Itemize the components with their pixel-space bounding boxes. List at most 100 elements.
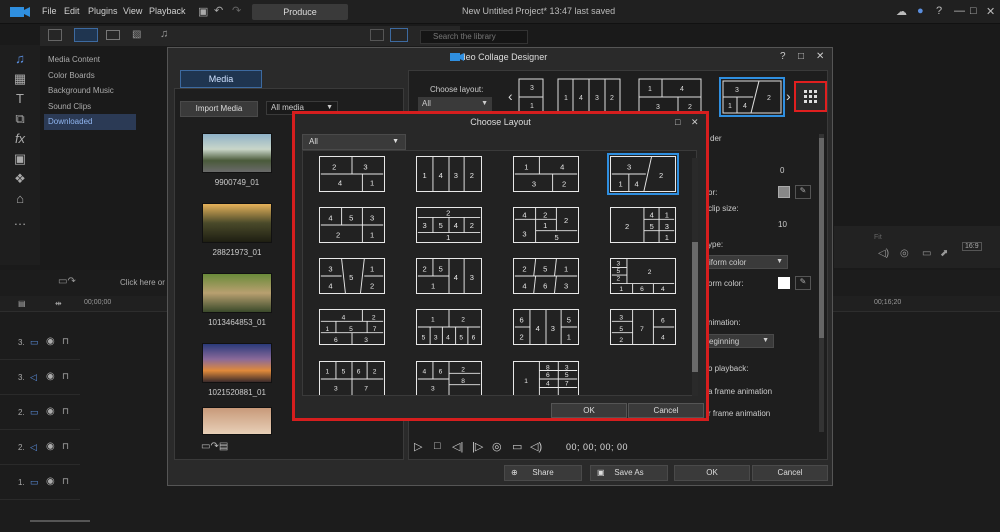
- display-icon[interactable]: ▭: [922, 248, 931, 259]
- save-icon[interactable]: ▣: [198, 5, 208, 18]
- cloud-icon[interactable]: ☁: [896, 5, 907, 18]
- media-room-icon[interactable]: ♫: [12, 51, 28, 67]
- media-thumbnail[interactable]: [202, 273, 272, 313]
- properties-scrollbar[interactable]: [819, 134, 824, 432]
- fill-type-select[interactable]: iform color ▼: [706, 255, 788, 269]
- layout-option[interactable]: 2 5 1 4 6 3: [513, 258, 579, 294]
- next-frame-icon[interactable]: |▷: [472, 440, 483, 453]
- video-filter-icon[interactable]: [74, 28, 98, 42]
- eye-icon[interactable]: ◉: [46, 441, 55, 452]
- media-thumbnail[interactable]: [202, 133, 272, 173]
- maximize-icon[interactable]: □: [798, 48, 804, 66]
- media-thumbnail[interactable]: [202, 407, 272, 435]
- layout-option[interactable]: 1 8 3 6 5 4 7: [513, 361, 579, 396]
- media-thumbnail[interactable]: [202, 343, 272, 383]
- scrollbar-thumb[interactable]: [692, 242, 698, 372]
- category-background-music[interactable]: Background Music: [44, 83, 136, 99]
- undo-icon[interactable]: ↶: [214, 4, 223, 17]
- particle-room-icon[interactable]: ❖: [12, 171, 28, 187]
- redo-icon[interactable]: ↷: [232, 4, 241, 17]
- track-manager-icon[interactable]: ▤: [18, 299, 26, 308]
- convert-media-icon[interactable]: ▭↷▤: [201, 441, 228, 452]
- ok-button[interactable]: OK: [674, 465, 750, 481]
- layout-option[interactable]: 1 4 3 2: [513, 156, 579, 192]
- media-thumbnail[interactable]: [202, 203, 272, 243]
- eye-icon[interactable]: ◉: [46, 406, 55, 417]
- layout-option[interactable]: 1 5 6 2 3 7: [319, 361, 385, 396]
- close-icon[interactable]: ✕: [691, 114, 699, 130]
- volume-icon[interactable]: ◁): [878, 248, 889, 259]
- photo-filter-icon[interactable]: ▧: [132, 29, 141, 40]
- help-icon[interactable]: ?: [936, 5, 942, 17]
- category-color-boards[interactable]: Color Boards: [44, 68, 136, 84]
- lock-icon[interactable]: ⊓: [62, 476, 69, 487]
- category-sound-clips[interactable]: Sound Clips: [44, 99, 136, 115]
- undock-icon[interactable]: ⬈: [940, 248, 948, 259]
- aspect-ratio-select[interactable]: 16:9: [962, 242, 982, 251]
- share-button[interactable]: ⊕ Share: [504, 465, 582, 481]
- category-downloaded[interactable]: Downloaded: [44, 114, 136, 130]
- music-filter-icon[interactable]: ♫: [160, 28, 168, 40]
- eye-icon[interactable]: ◉: [46, 336, 55, 347]
- track-row[interactable]: 2. ▭ ◉ ⊓: [0, 396, 80, 430]
- lock-icon[interactable]: ⊓: [62, 441, 69, 452]
- layout-option[interactable]: 23 5 4 21: [416, 207, 482, 243]
- media-tab[interactable]: Media: [180, 70, 262, 88]
- layout-option[interactable]: 4 6 2 8 3: [416, 361, 482, 396]
- fit-icon[interactable]: ⇹: [55, 299, 62, 308]
- menu-playback[interactable]: Playback: [149, 6, 186, 16]
- help-icon[interactable]: ?: [780, 48, 786, 66]
- fx-room-icon[interactable]: ▦: [12, 71, 28, 87]
- image-filter-icon[interactable]: [106, 30, 120, 40]
- layout-option[interactable]: 6 2 4 3 5 1: [513, 309, 579, 345]
- layout-option[interactable]: 2 51 4 3: [416, 258, 482, 294]
- layout-option[interactable]: 3 1 5 4 2: [319, 258, 385, 294]
- volume-icon[interactable]: ◁): [530, 440, 542, 453]
- layout-scrollbar[interactable]: [692, 158, 698, 396]
- layout-option[interactable]: 4 2 1 5 7 6 3: [319, 309, 385, 345]
- previous-frame-icon[interactable]: ◁|: [452, 440, 463, 453]
- minimize-icon[interactable]: —: [954, 5, 965, 17]
- scrollbar-thumb[interactable]: [819, 138, 824, 338]
- transition-room-icon[interactable]: ⧉: [12, 111, 28, 127]
- layout-option[interactable]: 4 5 3 2 1: [319, 207, 385, 243]
- lock-icon[interactable]: ⊓: [62, 406, 69, 417]
- layout-option[interactable]: 35221 6 4: [610, 258, 676, 294]
- category-media-content[interactable]: Media Content: [44, 52, 136, 68]
- eyedropper-icon[interactable]: ✎: [795, 276, 811, 290]
- close-icon[interactable]: ✕: [816, 48, 824, 66]
- grid-view-icon[interactable]: [390, 28, 408, 42]
- layout-option[interactable]: 3 5 2 7 6 4: [610, 309, 676, 345]
- layout-filter-select[interactable]: All ▼: [418, 97, 492, 111]
- maximize-icon[interactable]: □: [970, 5, 977, 17]
- lock-icon[interactable]: ⊓: [62, 371, 69, 382]
- more-icon[interactable]: …: [12, 213, 28, 229]
- snapshot-icon[interactable]: ◎: [492, 440, 502, 453]
- track-row[interactable]: 2. ◁ ◉ ⊓: [0, 431, 80, 465]
- zoom-slider[interactable]: [30, 520, 90, 522]
- pip-room-icon[interactable]: ▣: [12, 151, 28, 167]
- chevron-left-icon[interactable]: ‹: [508, 88, 513, 104]
- lock-icon[interactable]: ⊓: [62, 336, 69, 347]
- track-row[interactable]: 1. ▭ ◉ ⊓: [0, 466, 80, 500]
- import-media-button[interactable]: Import Media: [180, 101, 258, 117]
- dialog-ok-button[interactable]: OK: [551, 403, 627, 418]
- eyedropper-icon[interactable]: ✎: [795, 185, 811, 199]
- save-as-button[interactable]: ▣ Save As: [590, 465, 668, 481]
- eye-icon[interactable]: ◉: [46, 371, 55, 382]
- menu-plugins[interactable]: Plugins: [88, 6, 118, 16]
- more-layouts-button[interactable]: [794, 81, 827, 112]
- menu-file[interactable]: File: [42, 6, 57, 16]
- dialog-cancel-button[interactable]: Cancel: [628, 403, 704, 418]
- maximize-icon[interactable]: □: [675, 114, 680, 130]
- folder-icon[interactable]: [48, 29, 62, 41]
- snapshot-icon[interactable]: ◎: [900, 248, 909, 259]
- chevron-right-icon[interactable]: ›: [786, 88, 791, 104]
- cancel-button[interactable]: Cancel: [752, 465, 828, 481]
- layout-option-selected[interactable]: 31 4 2: [607, 153, 679, 195]
- list-view-icon[interactable]: [370, 29, 384, 41]
- layout-option[interactable]: 1 2 5 3 4 5 6: [416, 309, 482, 345]
- tools-icon[interactable]: ▭↷: [58, 276, 76, 287]
- play-icon[interactable]: ▷: [414, 440, 422, 453]
- layout-thumb-selected[interactable]: 3 1 4 2: [719, 77, 785, 117]
